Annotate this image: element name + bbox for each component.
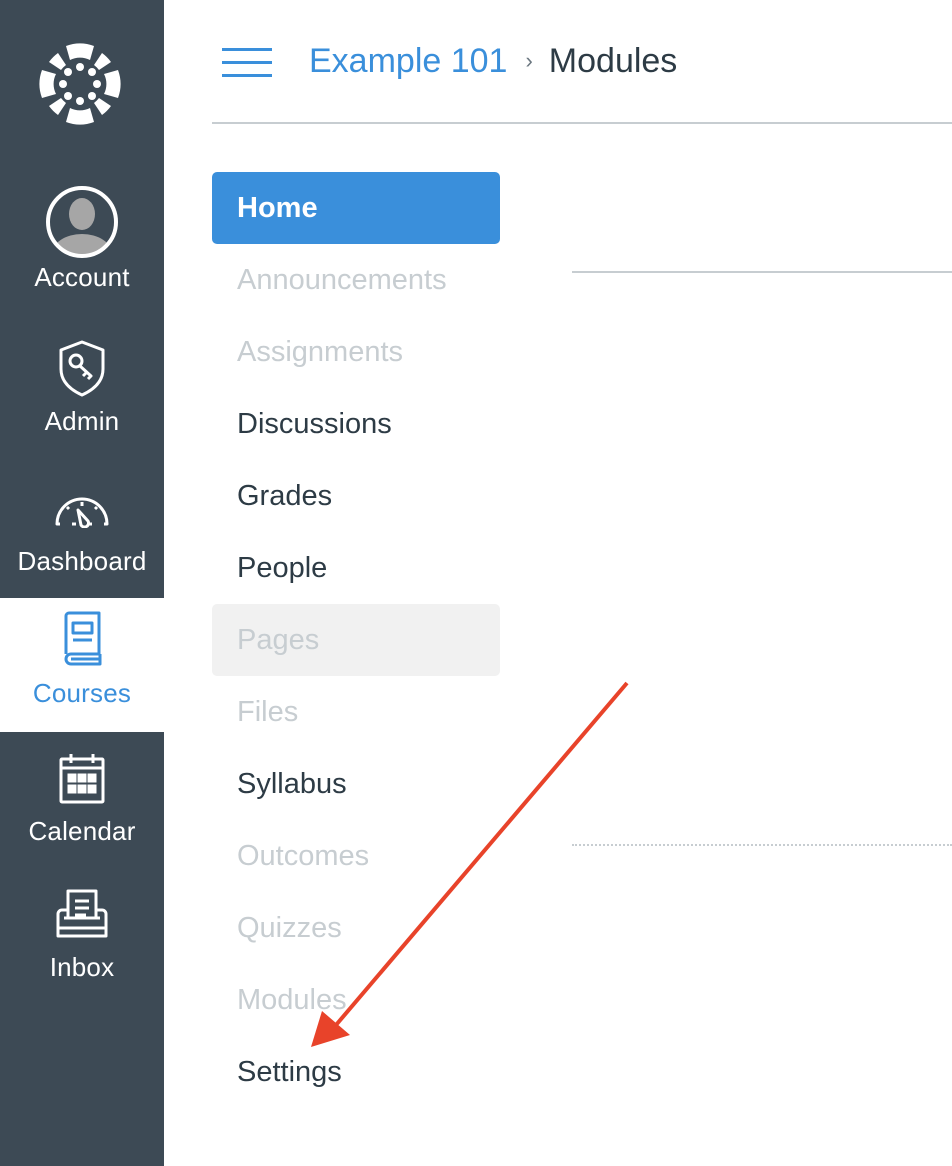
global-nav-calendar[interactable]: Calendar	[0, 740, 164, 874]
hamburger-icon-bar	[222, 48, 272, 51]
course-nav-settings[interactable]: Settings	[212, 1036, 500, 1108]
course-nav-assignments[interactable]: Assignments	[212, 316, 500, 388]
chevron-right-icon: ›	[525, 48, 533, 73]
breadcrumb-current-page: Modules	[548, 42, 678, 80]
course-nav-discussions[interactable]: Discussions	[212, 388, 500, 460]
course-nav-quizzes[interactable]: Quizzes	[212, 892, 500, 964]
course-nav-syllabus[interactable]: Syllabus	[212, 748, 500, 820]
breadcrumb-course-link[interactable]: Example 101	[309, 38, 507, 84]
canvas-logo-icon[interactable]	[36, 40, 124, 128]
global-nav-dashboard-label: Dashboard	[17, 546, 147, 576]
global-nav-account[interactable]: Account	[0, 182, 164, 316]
course-nav-home[interactable]: Home	[212, 172, 500, 244]
course-nav-files[interactable]: Files	[212, 676, 500, 748]
course-nav-announcements[interactable]: Announcements	[212, 244, 500, 316]
book-icon	[60, 598, 104, 678]
global-nav-dashboard[interactable]: Dashboard	[0, 470, 164, 604]
course-nav-grades[interactable]: Grades	[212, 460, 500, 532]
course-nav-modules[interactable]: Modules	[212, 964, 500, 1036]
content-divider	[572, 271, 952, 273]
content-dotted-divider	[572, 844, 952, 846]
course-nav-pages[interactable]: Pages	[212, 604, 500, 676]
breadcrumb: Example 101 › Modules	[309, 38, 677, 84]
course-nav-outcomes[interactable]: Outcomes	[212, 820, 500, 892]
speedometer-icon	[54, 470, 110, 546]
global-nav-account-label: Account	[34, 262, 130, 292]
hamburger-icon-bar	[222, 74, 272, 77]
avatar-icon	[44, 182, 120, 262]
global-nav-inbox-label: Inbox	[49, 952, 115, 982]
course-nav: Home Announcements Assignments Discussio…	[212, 172, 500, 1108]
global-nav-calendar-label: Calendar	[28, 816, 136, 846]
hamburger-menu-button[interactable]	[222, 44, 272, 80]
global-nav-admin[interactable]: Admin	[0, 330, 164, 464]
global-nav-admin-label: Admin	[44, 406, 120, 436]
global-nav-inbox[interactable]: Inbox	[0, 876, 164, 1010]
shield-key-icon	[57, 330, 107, 406]
global-nav-courses-label: Courses	[32, 678, 132, 708]
header-divider	[212, 122, 952, 124]
global-nav: Account Admin Dashboard Courses Calendar…	[0, 0, 164, 1166]
inbox-icon	[55, 876, 109, 952]
global-nav-courses[interactable]: Courses	[0, 598, 164, 732]
course-nav-people[interactable]: People	[212, 532, 500, 604]
calendar-icon	[58, 740, 106, 816]
hamburger-icon-bar	[222, 61, 272, 64]
